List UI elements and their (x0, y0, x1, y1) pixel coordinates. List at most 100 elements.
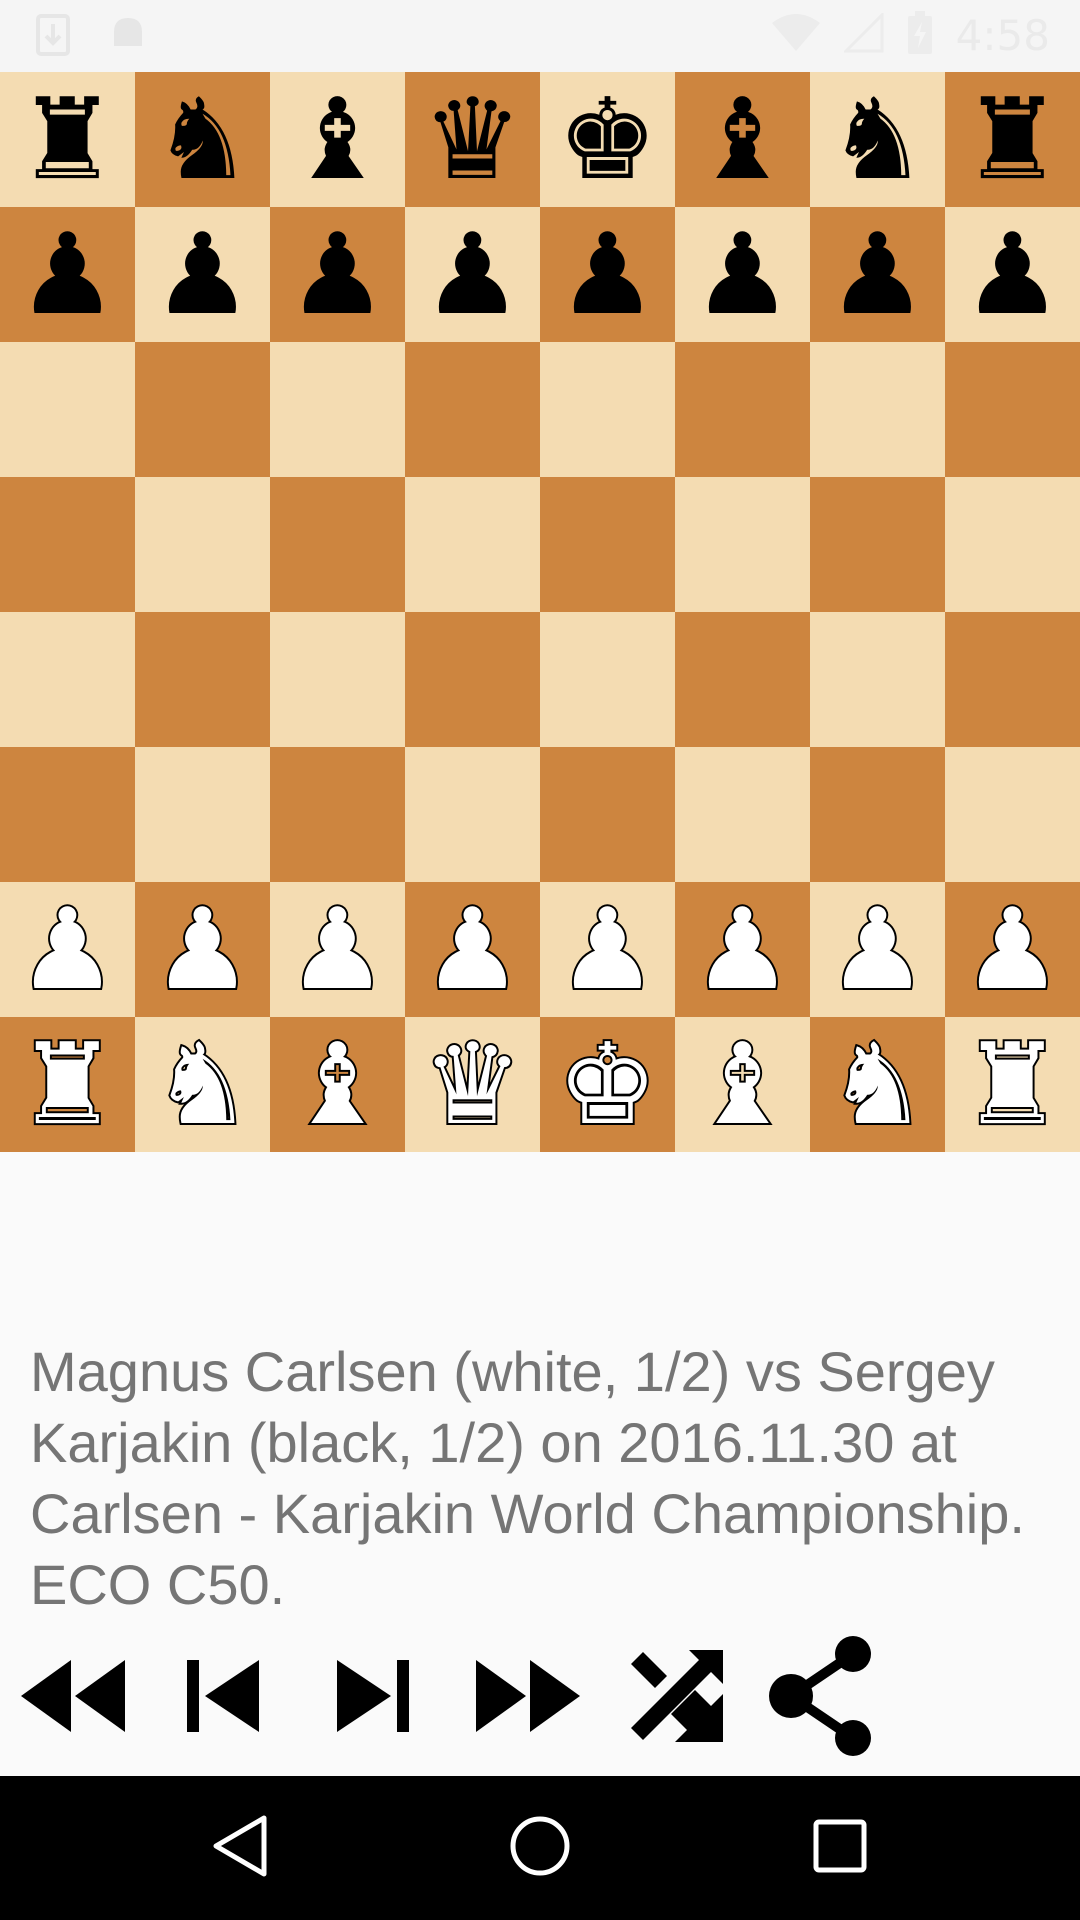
black-pawn-piece[interactable]: ♟ (692, 219, 792, 331)
black-pawn-piece[interactable]: ♟ (422, 219, 522, 331)
square-d2[interactable]: ♟ (405, 882, 540, 1017)
square-h7[interactable]: ♟ (945, 207, 1080, 342)
square-h5[interactable] (945, 477, 1080, 612)
square-h2[interactable]: ♟ (945, 882, 1080, 1017)
square-g7[interactable]: ♟ (810, 207, 945, 342)
black-pawn-piece[interactable]: ♟ (962, 219, 1062, 331)
square-f3[interactable] (675, 747, 810, 882)
white-rook-piece[interactable]: ♜ (960, 1027, 1064, 1143)
square-f1[interactable]: ♝ (675, 1017, 810, 1152)
white-pawn-piece[interactable]: ♟ (150, 892, 254, 1008)
white-pawn-piece[interactable]: ♟ (555, 892, 659, 1008)
square-b5[interactable] (135, 477, 270, 612)
square-g2[interactable]: ♟ (810, 882, 945, 1017)
square-a2[interactable]: ♟ (0, 882, 135, 1017)
back-button[interactable] (180, 1798, 300, 1898)
white-pawn-piece[interactable]: ♟ (420, 892, 524, 1008)
white-pawn-piece[interactable]: ♟ (960, 892, 1064, 1008)
next-move-button[interactable] (308, 1638, 438, 1758)
black-bishop-piece[interactable]: ♝ (287, 84, 387, 196)
square-e8[interactable]: ♚ (540, 72, 675, 207)
square-a6[interactable] (0, 342, 135, 477)
white-rook-piece[interactable]: ♜ (15, 1027, 119, 1143)
square-h4[interactable] (945, 612, 1080, 747)
square-b7[interactable]: ♟ (135, 207, 270, 342)
white-queen-piece[interactable]: ♛ (420, 1027, 524, 1143)
square-f6[interactable] (675, 342, 810, 477)
square-e6[interactable] (540, 342, 675, 477)
square-h3[interactable] (945, 747, 1080, 882)
square-g3[interactable] (810, 747, 945, 882)
square-d8[interactable]: ♛ (405, 72, 540, 207)
black-rook-piece[interactable]: ♜ (962, 84, 1062, 196)
first-move-button[interactable] (8, 1638, 138, 1758)
black-king-piece[interactable]: ♚ (557, 84, 657, 196)
square-g8[interactable]: ♞ (810, 72, 945, 207)
square-h6[interactable] (945, 342, 1080, 477)
square-b3[interactable] (135, 747, 270, 882)
square-f4[interactable] (675, 612, 810, 747)
square-e1[interactable]: ♚ (540, 1017, 675, 1152)
square-g1[interactable]: ♞ (810, 1017, 945, 1152)
last-move-button[interactable] (463, 1638, 593, 1758)
white-pawn-piece[interactable]: ♟ (285, 892, 389, 1008)
square-b2[interactable]: ♟ (135, 882, 270, 1017)
white-pawn-piece[interactable]: ♟ (690, 892, 794, 1008)
square-e4[interactable] (540, 612, 675, 747)
black-pawn-piece[interactable]: ♟ (152, 219, 252, 331)
square-c1[interactable]: ♝ (270, 1017, 405, 1152)
square-g5[interactable] (810, 477, 945, 612)
square-a7[interactable]: ♟ (0, 207, 135, 342)
square-a8[interactable]: ♜ (0, 72, 135, 207)
black-pawn-piece[interactable]: ♟ (17, 219, 117, 331)
square-c8[interactable]: ♝ (270, 72, 405, 207)
square-c5[interactable] (270, 477, 405, 612)
recents-button[interactable] (780, 1798, 900, 1898)
square-a4[interactable] (0, 612, 135, 747)
share-button[interactable] (758, 1636, 888, 1758)
shuffle-button[interactable] (610, 1638, 740, 1758)
black-knight-piece[interactable]: ♞ (827, 84, 927, 196)
black-queen-piece[interactable]: ♛ (422, 84, 522, 196)
home-button[interactable] (480, 1798, 600, 1898)
square-c3[interactable] (270, 747, 405, 882)
square-c2[interactable]: ♟ (270, 882, 405, 1017)
square-a5[interactable] (0, 477, 135, 612)
square-d5[interactable] (405, 477, 540, 612)
square-g6[interactable] (810, 342, 945, 477)
square-b8[interactable]: ♞ (135, 72, 270, 207)
black-knight-piece[interactable]: ♞ (152, 84, 252, 196)
black-bishop-piece[interactable]: ♝ (692, 84, 792, 196)
square-e5[interactable] (540, 477, 675, 612)
previous-move-button[interactable] (158, 1638, 288, 1758)
square-f2[interactable]: ♟ (675, 882, 810, 1017)
black-pawn-piece[interactable]: ♟ (557, 219, 657, 331)
square-c6[interactable] (270, 342, 405, 477)
square-h8[interactable]: ♜ (945, 72, 1080, 207)
square-e3[interactable] (540, 747, 675, 882)
square-d7[interactable]: ♟ (405, 207, 540, 342)
square-b6[interactable] (135, 342, 270, 477)
square-c4[interactable] (270, 612, 405, 747)
square-d1[interactable]: ♛ (405, 1017, 540, 1152)
square-b4[interactable] (135, 612, 270, 747)
square-e7[interactable]: ♟ (540, 207, 675, 342)
square-d3[interactable] (405, 747, 540, 882)
white-pawn-piece[interactable]: ♟ (825, 892, 929, 1008)
chess-board[interactable]: ♜ ♞ ♝ ♛ ♚ ♝ ♞ ♜ ♟ ♟ ♟ ♟ ♟ ♟ ♟ ♟ ♟ ♟ ♟ ♟ ♟ ♟ ♟ ♟ ♜ ♞ ♝ ♛ ♚ ♝ ♞ ♜ (0, 72, 1080, 1152)
white-bishop-piece[interactable]: ♝ (285, 1027, 389, 1143)
square-e2[interactable]: ♟ (540, 882, 675, 1017)
white-knight-piece[interactable]: ♞ (825, 1027, 929, 1143)
black-pawn-piece[interactable]: ♟ (287, 219, 387, 331)
square-b1[interactable]: ♞ (135, 1017, 270, 1152)
square-f7[interactable]: ♟ (675, 207, 810, 342)
white-king-piece[interactable]: ♚ (555, 1027, 659, 1143)
square-h1[interactable]: ♜ (945, 1017, 1080, 1152)
square-a1[interactable]: ♜ (0, 1017, 135, 1152)
black-pawn-piece[interactable]: ♟ (827, 219, 927, 331)
square-g4[interactable] (810, 612, 945, 747)
square-f5[interactable] (675, 477, 810, 612)
square-f8[interactable]: ♝ (675, 72, 810, 207)
white-bishop-piece[interactable]: ♝ (690, 1027, 794, 1143)
black-rook-piece[interactable]: ♜ (17, 84, 117, 196)
